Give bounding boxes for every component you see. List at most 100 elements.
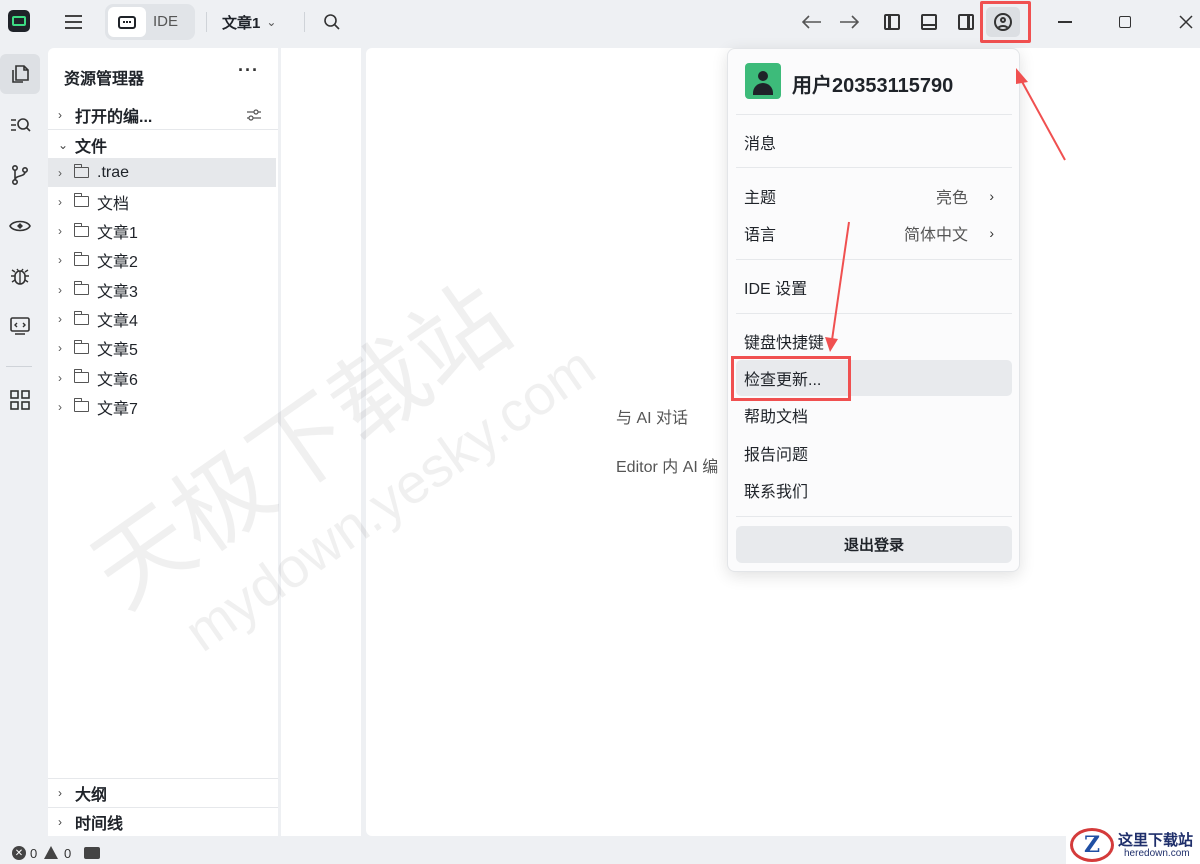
search-icon[interactable] (320, 10, 344, 34)
menu-item-messages[interactable]: 消息 (736, 124, 1012, 160)
tree-item-label: 文章2 (97, 254, 138, 272)
back-arrow-icon[interactable] (800, 10, 824, 34)
remote-screen-icon[interactable] (0, 306, 40, 346)
tree-item-label: 文章1 (97, 225, 138, 243)
ai-chat-hint: 与 AI 对话 (616, 410, 689, 427)
username: 用户20353115790 (792, 75, 954, 97)
menu-icon[interactable] (60, 10, 86, 34)
logo-mark: Z (1070, 828, 1114, 862)
section-files[interactable]: ⌄ 文件 (48, 131, 278, 159)
close-icon[interactable] (1173, 10, 1199, 34)
divider (736, 167, 1012, 168)
toggle-right-panel-icon[interactable] (954, 10, 978, 34)
menu-item-theme[interactable]: 主题 亮色 › (736, 178, 1012, 214)
toggle-bottom-panel-icon[interactable] (917, 10, 941, 34)
chevron-right-icon: › (58, 399, 62, 414)
avatar (745, 63, 781, 99)
explorer-panel: 资源管理器 ··· › 打开的编... ⌄ 文件 › .trae › 文档 › 文章1 › 文… (48, 48, 278, 836)
divider (736, 516, 1012, 517)
menu-item-label: 帮助文档 (744, 409, 809, 426)
folder-icon (73, 193, 89, 208)
user-dropdown-menu: 用户20353115790 消息 主题 亮色 › 语言 简体中文 › IDE 设… (727, 48, 1020, 572)
forward-arrow-icon[interactable] (837, 10, 861, 34)
preview-eye-icon[interactable] (0, 206, 40, 246)
chevron-right-icon: › (58, 786, 62, 800)
section-outline[interactable]: › 大纲 (48, 779, 278, 807)
chevron-right-icon: › (58, 253, 62, 268)
tree-item[interactable]: › .trae (48, 158, 276, 187)
chevron-right-icon: › (58, 108, 62, 122)
project-name: 文章1 (222, 14, 261, 32)
divider (736, 313, 1012, 314)
menu-item-shortcuts[interactable]: 键盘快捷键 (736, 323, 1012, 359)
status-bar: ✕ 0 0 (0, 842, 1200, 864)
explorer-icon[interactable] (0, 54, 40, 94)
tree-item[interactable]: › 文章6 (48, 363, 276, 392)
filter-settings-icon[interactable] (246, 107, 262, 123)
title-bar: IDE 文章1 ⌄ (0, 0, 1200, 46)
explorer-title: 资源管理器 (64, 71, 145, 88)
folder-icon (73, 281, 89, 296)
timeline-label: 时间线 (75, 816, 124, 833)
tree-item[interactable]: › 文章7 (48, 392, 276, 421)
maximize-icon[interactable] (1112, 10, 1138, 34)
divider (736, 259, 1012, 260)
menu-item-label: 报告问题 (744, 447, 809, 464)
divider (736, 114, 1012, 115)
site-logo: Z 这里下载站 heredown.com (1066, 826, 1200, 864)
tree-item[interactable]: › 文章3 (48, 275, 276, 304)
section-timeline[interactable]: › 时间线 (48, 808, 278, 836)
section-open-editors[interactable]: › 打开的编... (48, 101, 278, 129)
tree-item[interactable]: › 文章2 (48, 246, 276, 275)
tree-item-label: 文章4 (97, 313, 138, 330)
more-actions-icon[interactable]: ··· (238, 60, 259, 81)
warning-icon[interactable] (44, 846, 58, 859)
search-files-icon[interactable] (0, 105, 40, 145)
source-control-icon[interactable] (0, 155, 40, 195)
folder-icon (73, 222, 89, 237)
outline-label: 大纲 (75, 787, 108, 804)
menu-item-report-issue[interactable]: 报告问题 (736, 435, 1012, 471)
ide-mode-switch[interactable]: IDE (105, 4, 195, 40)
chevron-right-icon: › (989, 188, 994, 204)
tree-item[interactable]: › 文章4 (48, 305, 276, 334)
minimize-icon[interactable] (1052, 10, 1078, 34)
language-value: 简体中文 (903, 227, 968, 244)
menu-item-label: 主题 (744, 190, 777, 207)
tree-item-label: 文章5 (97, 342, 138, 360)
chevron-right-icon: › (58, 282, 62, 297)
tree-item[interactable]: › 文章1 (48, 217, 276, 246)
ai-editor-hint: Editor 内 AI 编 (616, 459, 719, 476)
chevron-right-icon: › (58, 815, 62, 829)
app-logo-icon (8, 10, 30, 32)
theme-value: 亮色 (935, 190, 968, 207)
menu-item-language[interactable]: 语言 简体中文 › (736, 215, 1012, 251)
tree-item[interactable]: › 文章5 (48, 334, 276, 363)
folder-icon (73, 164, 89, 178)
terminal-icon[interactable] (84, 847, 100, 859)
project-selector[interactable]: 文章1 ⌄ (222, 11, 276, 33)
tree-item[interactable]: › 文档 (48, 187, 276, 216)
menu-item-help-docs[interactable]: 帮助文档 (736, 397, 1012, 433)
tree-item-label: 文章6 (97, 371, 138, 389)
debug-bug-icon[interactable] (0, 256, 40, 296)
ide-mode-icon (108, 7, 146, 37)
menu-item-contact-us[interactable]: 联系我们 (736, 472, 1012, 508)
menu-item-ide-settings[interactable]: IDE 设置 (736, 269, 1012, 305)
logo-title: 这里下载站 (1118, 831, 1194, 849)
warning-count: 0 (64, 846, 72, 861)
tree-item-label: 文档 (97, 195, 130, 213)
menu-item-label: 消息 (744, 136, 777, 153)
logo-subtitle: heredown.com (1124, 848, 1190, 859)
tree-item-label: 文章3 (97, 283, 138, 301)
logout-button[interactable]: 退出登录 (736, 526, 1012, 563)
secondary-panel (281, 48, 361, 836)
error-icon[interactable]: ✕ (12, 846, 26, 860)
divider (304, 12, 305, 32)
extensions-grid-icon[interactable] (0, 380, 40, 420)
toggle-left-panel-icon[interactable] (880, 10, 904, 34)
tree-item-label: 文章7 (97, 400, 138, 418)
folder-icon (73, 369, 89, 384)
folder-icon (73, 339, 89, 354)
divider (48, 129, 278, 130)
